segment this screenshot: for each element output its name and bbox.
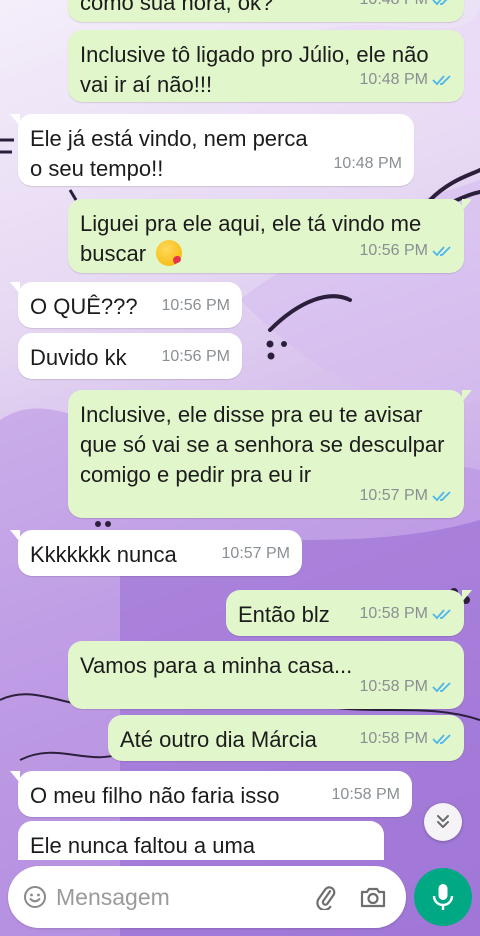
message-bubble-incoming[interactable]: Ele já está vindo, nem perca o seu tempo… bbox=[10, 114, 414, 186]
message-time: 10:58 PM bbox=[359, 730, 428, 747]
message-time: 10:57 PM bbox=[359, 487, 428, 504]
message-time: 10:56 PM bbox=[161, 348, 230, 365]
scroll-to-bottom-button[interactable] bbox=[424, 803, 462, 841]
composer-bar bbox=[0, 860, 480, 936]
message-bubble-incoming[interactable]: O QUÊ??? 10:56 PM bbox=[10, 282, 242, 328]
message-time: 10:58 PM bbox=[359, 678, 428, 695]
message-bubble-outgoing[interactable]: Liguei pra ele aqui, ele tá vindo me bus… bbox=[68, 199, 472, 273]
emoji-button[interactable] bbox=[22, 884, 48, 910]
message-meta: 10:48 PM bbox=[360, 0, 452, 15]
message-bubble-outgoing[interactable]: Então blz 10:58 PM bbox=[226, 590, 472, 636]
message-list[interactable]: como sua hora, ok? 10:48 PM Inclusive tô… bbox=[0, 0, 480, 860]
message-meta: 10:58 PM bbox=[360, 599, 452, 629]
message-bubble-outgoing[interactable]: Inclusive tô ligado pro Júlio, ele não v… bbox=[68, 30, 464, 102]
read-receipt-icon bbox=[432, 491, 451, 502]
message-bubble-outgoing[interactable]: Até outro dia Márcia 10:58 PM bbox=[108, 715, 464, 761]
message-input[interactable] bbox=[56, 877, 296, 917]
message-bubble-outgoing[interactable]: Vamos para a minha casa... 10:58 PM bbox=[68, 641, 464, 709]
message-time: 10:48 PM bbox=[333, 155, 402, 172]
message-text: Então blz bbox=[238, 602, 330, 627]
camera-button[interactable] bbox=[358, 883, 388, 911]
message-text: O meu filho não faria isso bbox=[30, 783, 280, 808]
message-text: Ele nunca faltou a uma bbox=[30, 833, 256, 858]
message-text: O QUÊ??? bbox=[30, 294, 138, 319]
message-meta: 10:48 PM bbox=[334, 149, 402, 179]
voice-message-button[interactable] bbox=[414, 868, 472, 926]
message-meta: 10:48 PM bbox=[360, 65, 452, 95]
message-bubble-incoming[interactable]: Kkkkkkk nunca 10:57 PM bbox=[10, 530, 302, 576]
read-receipt-icon bbox=[432, 734, 451, 745]
message-bubble-outgoing[interactable]: Inclusive, ele disse pra eu te avisar qu… bbox=[68, 390, 472, 518]
message-bubble-incoming[interactable]: O meu filho não faria isso 10:58 PM bbox=[10, 771, 412, 817]
read-receipt-icon bbox=[432, 75, 451, 86]
message-text: Kkkkkkk nunca bbox=[30, 542, 177, 567]
message-meta: 10:57 PM bbox=[360, 481, 452, 511]
emoji-icon bbox=[24, 886, 46, 908]
mic-icon bbox=[432, 884, 454, 910]
message-time: 10:56 PM bbox=[359, 242, 428, 259]
paperclip-icon bbox=[316, 886, 336, 910]
message-time: 10:48 PM bbox=[359, 71, 428, 88]
message-meta: 10:58 PM bbox=[360, 724, 452, 754]
message-meta: 10:58 PM bbox=[332, 780, 400, 810]
read-receipt-icon bbox=[432, 609, 451, 620]
message-text: Duvido kk bbox=[30, 345, 127, 370]
read-receipt-icon bbox=[432, 0, 448, 6]
attach-button[interactable] bbox=[312, 883, 340, 911]
message-bubble-incoming[interactable]: Duvido kk 10:56 PM bbox=[18, 333, 242, 379]
message-meta: 10:56 PM bbox=[162, 342, 230, 372]
message-text: como sua hora, ok? bbox=[80, 0, 274, 15]
message-text: Ele já está vindo, nem perca o seu tempo… bbox=[30, 126, 308, 181]
message-meta: 10:57 PM bbox=[222, 539, 290, 569]
message-time: 10:57 PM bbox=[221, 545, 290, 562]
message-time: 10:58 PM bbox=[359, 605, 428, 622]
double-chevron-down-icon bbox=[437, 815, 449, 828]
message-meta: 10:56 PM bbox=[162, 291, 230, 321]
message-time: 10:56 PM bbox=[161, 297, 230, 314]
message-time: 10:48 PM bbox=[360, 0, 428, 15]
read-receipt-icon bbox=[432, 246, 451, 257]
message-text: Até outro dia Márcia bbox=[120, 727, 317, 752]
kissing-heart-emoji-icon bbox=[156, 240, 183, 266]
camera-icon bbox=[360, 887, 386, 908]
read-receipt-icon bbox=[432, 682, 451, 693]
message-composer bbox=[8, 866, 406, 928]
message-text: Vamos para a minha casa... bbox=[80, 653, 353, 678]
message-bubble-outgoing[interactable]: como sua hora, ok? 10:48 PM bbox=[68, 0, 464, 22]
message-meta: 10:58 PM bbox=[360, 672, 452, 702]
message-meta: 10:56 PM bbox=[360, 236, 452, 266]
message-bubble-incoming[interactable]: Ele nunca faltou a uma bbox=[18, 821, 384, 860]
message-time: 10:58 PM bbox=[331, 786, 400, 803]
message-text: Inclusive, ele disse pra eu te avisar qu… bbox=[80, 402, 445, 487]
